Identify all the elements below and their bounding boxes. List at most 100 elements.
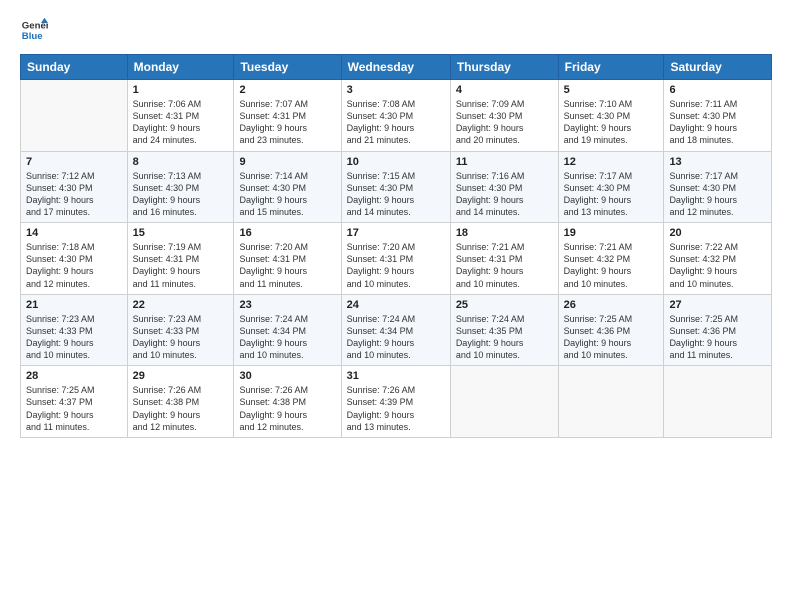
calendar-table: SundayMondayTuesdayWednesdayThursdayFrid… [20, 54, 772, 438]
weekday-header-monday: Monday [127, 55, 234, 80]
day-info: Sunrise: 7:23 AM Sunset: 4:33 PM Dayligh… [133, 313, 229, 362]
day-number: 25 [456, 299, 553, 311]
logo: General Blue [20, 16, 48, 44]
header: General Blue [20, 16, 772, 44]
day-number: 6 [669, 84, 766, 96]
calendar-cell: 26Sunrise: 7:25 AM Sunset: 4:36 PM Dayli… [558, 294, 664, 366]
day-number: 13 [669, 156, 766, 168]
day-info: Sunrise: 7:26 AM Sunset: 4:38 PM Dayligh… [239, 384, 335, 433]
calendar-cell: 24 Sunrise: 7:24 AM Sunset: 4:34 PM Dayli… [341, 294, 450, 366]
day-number: 3 [347, 84, 445, 96]
day-number: 10 [347, 156, 445, 168]
calendar-cell: 18 Sunrise: 7:21 AM Sunset: 4:31 PM Dayli… [450, 223, 558, 295]
weekday-header-sunday: Sunday [21, 55, 128, 80]
day-info: Sunrise: 7:16 AM Sunset: 4:30 PM Dayligh… [456, 170, 553, 219]
day-number: 17 [347, 227, 445, 239]
week-row-2: 7Sunrise: 7:12 AM Sunset: 4:30 PM Daylig… [21, 151, 772, 223]
day-info: Sunrise: 7:24 AM Sunset: 4:35 PM Dayligh… [456, 313, 553, 362]
calendar-cell: 6 Sunrise: 7:11 AM Sunset: 4:30 PM Daylig… [664, 80, 772, 152]
calendar-page: General Blue SundayMondayTuesdayWednesda… [0, 0, 792, 612]
day-number: 29 [133, 370, 229, 382]
day-info: Sunrise: 7:15 AM Sunset: 4:30 PM Dayligh… [347, 170, 445, 219]
calendar-cell [558, 366, 664, 438]
weekday-header-tuesday: Tuesday [234, 55, 341, 80]
day-number: 15 [133, 227, 229, 239]
day-info: Sunrise: 7:21 AM Sunset: 4:31 PM Dayligh… [456, 241, 553, 290]
day-info: Sunrise: 7:20 AM Sunset: 4:31 PM Dayligh… [347, 241, 445, 290]
day-number: 27 [669, 299, 766, 311]
weekday-header-friday: Friday [558, 55, 664, 80]
day-number: 20 [669, 227, 766, 239]
calendar-cell: 14 Sunrise: 7:18 AM Sunset: 4:30 PM Dayli… [21, 223, 128, 295]
calendar-cell: 30Sunrise: 7:26 AM Sunset: 4:38 PM Dayli… [234, 366, 341, 438]
day-info: Sunrise: 7:24 AM Sunset: 4:34 PM Dayligh… [347, 313, 445, 362]
day-number: 21 [26, 299, 122, 311]
weekday-header-saturday: Saturday [664, 55, 772, 80]
day-info: Sunrise: 7:08 AM Sunset: 4:30 PM Dayligh… [347, 98, 445, 147]
day-number: 5 [564, 84, 659, 96]
day-info: Sunrise: 7:25 AM Sunset: 4:37 PM Dayligh… [26, 384, 122, 433]
calendar-cell: 7Sunrise: 7:12 AM Sunset: 4:30 PM Daylig… [21, 151, 128, 223]
day-info: Sunrise: 7:06 AM Sunset: 4:31 PM Dayligh… [133, 98, 229, 147]
week-row-3: 14 Sunrise: 7:18 AM Sunset: 4:30 PM Dayli… [21, 223, 772, 295]
day-number: 9 [239, 156, 335, 168]
day-info: Sunrise: 7:10 AM Sunset: 4:30 PM Dayligh… [564, 98, 659, 147]
day-info: Sunrise: 7:07 AM Sunset: 4:31 PM Dayligh… [239, 98, 335, 147]
day-number: 23 [239, 299, 335, 311]
day-info: Sunrise: 7:20 AM Sunset: 4:31 PM Dayligh… [239, 241, 335, 290]
day-info: Sunrise: 7:19 AM Sunset: 4:31 PM Dayligh… [133, 241, 229, 290]
day-info: Sunrise: 7:22 AM Sunset: 4:32 PM Dayligh… [669, 241, 766, 290]
day-info: Sunrise: 7:11 AM Sunset: 4:30 PM Dayligh… [669, 98, 766, 147]
day-number: 4 [456, 84, 553, 96]
calendar-cell: 23 Sunrise: 7:24 AM Sunset: 4:34 PM Dayli… [234, 294, 341, 366]
calendar-cell: 11 Sunrise: 7:16 AM Sunset: 4:30 PM Dayli… [450, 151, 558, 223]
week-row-5: 28 Sunrise: 7:25 AM Sunset: 4:37 PM Dayli… [21, 366, 772, 438]
day-number: 22 [133, 299, 229, 311]
day-info: Sunrise: 7:26 AM Sunset: 4:38 PM Dayligh… [133, 384, 229, 433]
calendar-cell: 13Sunrise: 7:17 AM Sunset: 4:30 PM Dayli… [664, 151, 772, 223]
day-info: Sunrise: 7:24 AM Sunset: 4:34 PM Dayligh… [239, 313, 335, 362]
day-info: Sunrise: 7:17 AM Sunset: 4:30 PM Dayligh… [564, 170, 659, 219]
calendar-cell: 29 Sunrise: 7:26 AM Sunset: 4:38 PM Dayli… [127, 366, 234, 438]
calendar-cell [664, 366, 772, 438]
day-number: 14 [26, 227, 122, 239]
weekday-header-wednesday: Wednesday [341, 55, 450, 80]
day-info: Sunrise: 7:23 AM Sunset: 4:33 PM Dayligh… [26, 313, 122, 362]
calendar-cell: 19Sunrise: 7:21 AM Sunset: 4:32 PM Dayli… [558, 223, 664, 295]
calendar-cell: 3 Sunrise: 7:08 AM Sunset: 4:30 PM Daylig… [341, 80, 450, 152]
day-number: 18 [456, 227, 553, 239]
calendar-cell [21, 80, 128, 152]
calendar-cell: 21 Sunrise: 7:23 AM Sunset: 4:33 PM Dayli… [21, 294, 128, 366]
logo-icon: General Blue [20, 16, 48, 44]
calendar-cell: 31Sunrise: 7:26 AM Sunset: 4:39 PM Dayli… [341, 366, 450, 438]
calendar-cell [450, 366, 558, 438]
day-number: 16 [239, 227, 335, 239]
calendar-cell: 27 Sunrise: 7:25 AM Sunset: 4:36 PM Dayli… [664, 294, 772, 366]
day-info: Sunrise: 7:25 AM Sunset: 4:36 PM Dayligh… [669, 313, 766, 362]
day-info: Sunrise: 7:12 AM Sunset: 4:30 PM Dayligh… [26, 170, 122, 219]
day-number: 28 [26, 370, 122, 382]
calendar-cell: 4Sunrise: 7:09 AM Sunset: 4:30 PM Daylig… [450, 80, 558, 152]
calendar-cell: 8Sunrise: 7:13 AM Sunset: 4:30 PM Daylig… [127, 151, 234, 223]
calendar-cell: 2 Sunrise: 7:07 AM Sunset: 4:31 PM Daylig… [234, 80, 341, 152]
calendar-cell: 5 Sunrise: 7:10 AM Sunset: 4:30 PM Daylig… [558, 80, 664, 152]
day-info: Sunrise: 7:26 AM Sunset: 4:39 PM Dayligh… [347, 384, 445, 433]
calendar-cell: 15 Sunrise: 7:19 AM Sunset: 4:31 PM Dayli… [127, 223, 234, 295]
weekday-header-row: SundayMondayTuesdayWednesdayThursdayFrid… [21, 55, 772, 80]
calendar-cell: 17 Sunrise: 7:20 AM Sunset: 4:31 PM Dayli… [341, 223, 450, 295]
calendar-cell: 12 Sunrise: 7:17 AM Sunset: 4:30 PM Dayli… [558, 151, 664, 223]
day-number: 11 [456, 156, 553, 168]
calendar-cell: 9Sunrise: 7:14 AM Sunset: 4:30 PM Daylig… [234, 151, 341, 223]
day-info: Sunrise: 7:25 AM Sunset: 4:36 PM Dayligh… [564, 313, 659, 362]
day-info: Sunrise: 7:18 AM Sunset: 4:30 PM Dayligh… [26, 241, 122, 290]
calendar-cell: 1 Sunrise: 7:06 AM Sunset: 4:31 PM Daylig… [127, 80, 234, 152]
calendar-cell: 10 Sunrise: 7:15 AM Sunset: 4:30 PM Dayli… [341, 151, 450, 223]
day-number: 24 [347, 299, 445, 311]
calendar-cell: 16 Sunrise: 7:20 AM Sunset: 4:31 PM Dayli… [234, 223, 341, 295]
week-row-4: 21 Sunrise: 7:23 AM Sunset: 4:33 PM Dayli… [21, 294, 772, 366]
day-info: Sunrise: 7:13 AM Sunset: 4:30 PM Dayligh… [133, 170, 229, 219]
day-number: 2 [239, 84, 335, 96]
day-number: 1 [133, 84, 229, 96]
day-number: 12 [564, 156, 659, 168]
calendar-cell: 22 Sunrise: 7:23 AM Sunset: 4:33 PM Dayli… [127, 294, 234, 366]
